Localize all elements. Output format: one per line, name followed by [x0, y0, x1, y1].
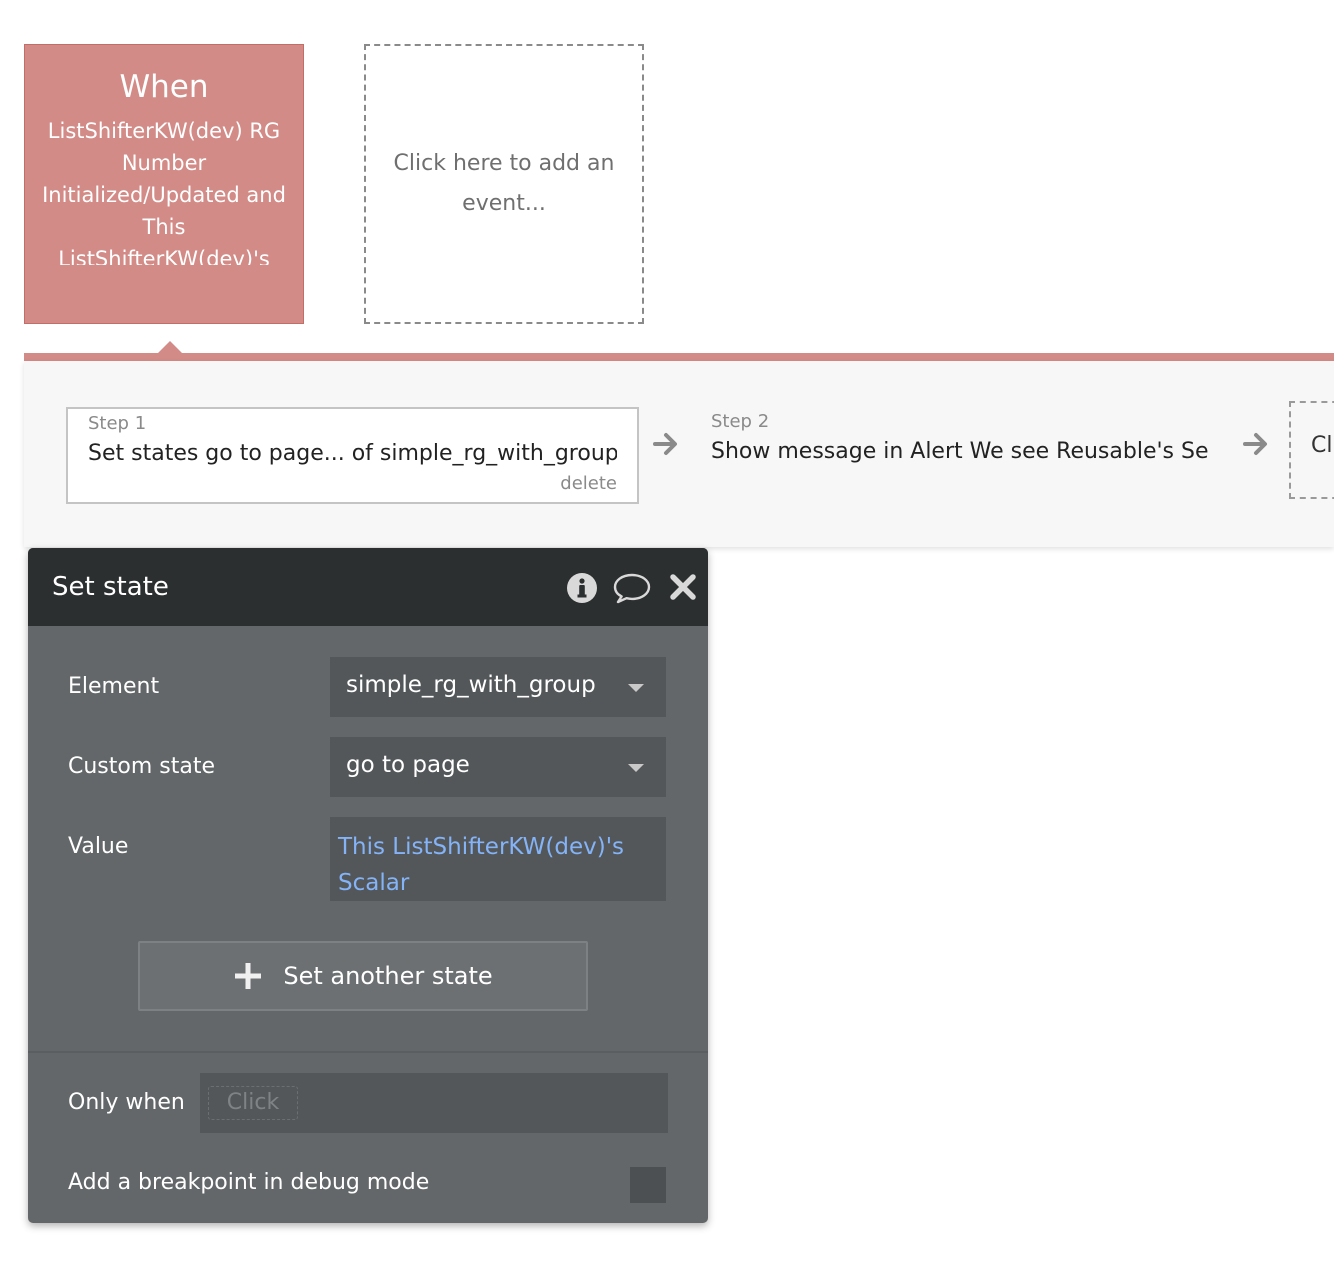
chevron-down-icon	[628, 684, 644, 692]
arrow-right-icon	[653, 433, 677, 455]
panel-header: Set state	[28, 548, 708, 626]
set-another-state-label: Set another state	[283, 962, 493, 990]
only-when-click-placeholder[interactable]: Click	[208, 1086, 298, 1120]
step-1-title: Set states go to page... of simple_rg_wi…	[88, 441, 617, 466]
plus-icon	[235, 963, 262, 989]
only-when-condition-field[interactable]: Click	[200, 1073, 668, 1133]
chevron-down-icon	[628, 764, 644, 772]
custom-state-dropdown[interactable]: go to page	[330, 737, 666, 797]
element-dropdown-value: simple_rg_with_group	[346, 672, 596, 698]
steps-strip: Step 1 Set states go to page... of simpl…	[24, 361, 1334, 547]
panel-divider	[28, 1051, 708, 1053]
event-when-label: When	[119, 69, 209, 105]
element-label: Element	[68, 674, 160, 699]
element-dropdown[interactable]: simple_rg_with_group	[330, 657, 666, 717]
steps-strip-accent	[24, 353, 1334, 361]
value-label: Value	[68, 834, 129, 859]
step-2-title: Show message in Alert We see Reusable's …	[711, 439, 1209, 464]
set-another-state-button[interactable]: Set another state	[138, 941, 588, 1011]
add-event-placeholder[interactable]: Click here to add an event...	[364, 44, 644, 324]
event-card[interactable]: When ListShifterKW(dev) RG Number Initia…	[24, 44, 304, 324]
breakpoint-label: Add a breakpoint in debug mode	[68, 1170, 430, 1195]
only-when-label: Only when	[68, 1090, 185, 1115]
step-1-card[interactable]: Step 1 Set states go to page... of simpl…	[66, 407, 639, 504]
set-state-panel: Set state Element simple_rg_with_group C…	[28, 548, 708, 1223]
add-event-label: Click here to add an event...	[393, 151, 615, 216]
arrow-right-icon	[1243, 433, 1267, 455]
breakpoint-checkbox[interactable]	[630, 1167, 666, 1203]
add-step-placeholder[interactable]: Cl	[1289, 401, 1334, 499]
custom-state-label: Custom state	[68, 754, 216, 779]
step-2-number: Step 2	[711, 411, 770, 432]
custom-state-dropdown-value: go to page	[346, 752, 470, 778]
step-2-card[interactable]: Step 2 Show message in Alert We see Reus…	[692, 407, 1252, 504]
panel-title: Set state	[52, 572, 169, 602]
info-icon[interactable]	[566, 572, 598, 604]
value-expression-field[interactable]: This ListShifterKW(dev)'s Scalar	[330, 817, 666, 901]
comment-icon[interactable]	[613, 572, 651, 604]
step-1-number: Step 1	[88, 413, 147, 434]
step-1-delete-link[interactable]: delete	[560, 473, 617, 494]
value-expression-text: This ListShifterKW(dev)'s Scalar	[338, 834, 625, 896]
close-icon[interactable]	[668, 572, 698, 602]
event-description: ListShifterKW(dev) RG Number Initialized…	[42, 119, 286, 265]
